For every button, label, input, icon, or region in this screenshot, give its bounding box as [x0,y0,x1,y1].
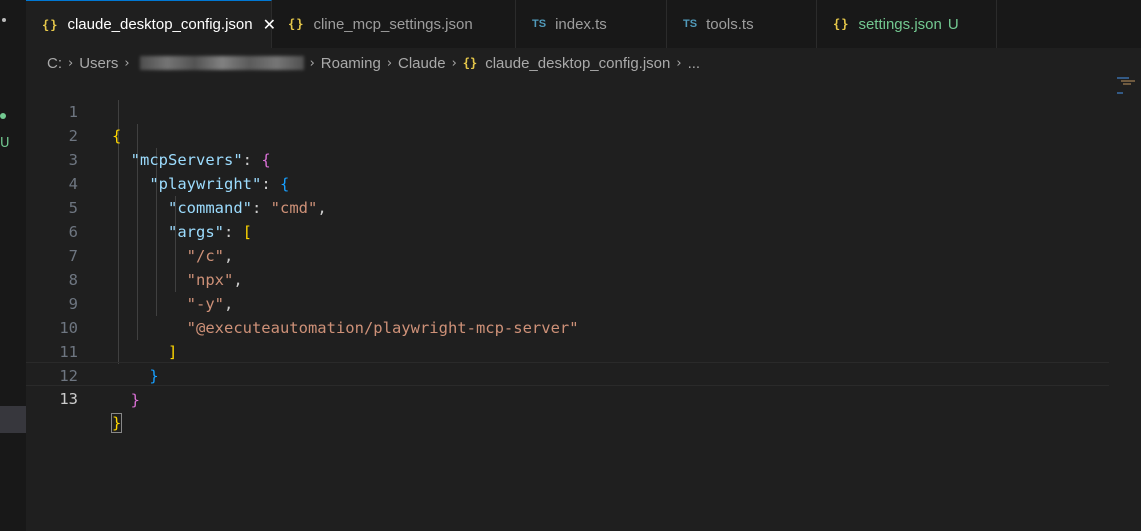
tab-label: tools.ts [706,15,754,33]
json-file-icon: {} [833,17,850,31]
typescript-file-icon: TS [532,18,547,30]
breadcrumb: C: › Users › › Roaming › Claude › {} cla… [47,52,700,74]
json-file-icon: {} [42,17,59,32]
code-line: 4 "command": "cmd", [26,148,1109,217]
chevron-right-icon: › [676,55,682,71]
redacted-username [139,56,304,70]
breadcrumb-file[interactable]: claude_desktop_config.json [485,55,670,72]
activity-bar: U [0,0,26,531]
tab-bar: {} claude_desktop_config.json ✕ {} cline… [26,0,1141,48]
untracked-badge: U [0,136,10,151]
git-status-dot-icon [0,113,6,119]
code-line: 11 } [26,316,1109,385]
tab-label: cline_mcp_settings.json [313,15,473,33]
code-line: 2 "mcpServers": { [26,100,1109,169]
code-editor[interactable]: 1 { 2 "mcpServers": { 3 "playwright": { … [26,76,1109,531]
more-dot-icon[interactable] [2,18,6,22]
code-line: 3 "playwright": { [26,124,1109,193]
bracket: } [130,391,141,409]
json-file-icon: {} [288,17,305,31]
code-line-current: 13 } [26,362,1109,433]
code-line: 12 } [26,340,1109,409]
code-line: 1 { [26,76,1109,145]
tab-tools-ts[interactable]: TS tools.ts [667,0,817,48]
chevron-right-icon: › [124,55,130,71]
breadcrumb-roaming[interactable]: Roaming [321,55,381,72]
code-line: 8 "-y", [26,244,1109,313]
code-line: 10 ] [26,292,1109,361]
code-line: 7 "npx", [26,220,1109,289]
chevron-right-icon: › [68,55,74,71]
tab-index-ts[interactable]: TS index.ts [516,0,667,48]
chevron-right-icon: › [309,55,315,71]
chevron-right-icon: › [386,55,393,71]
untracked-badge: U [947,15,959,33]
tab-label: settings.json [858,15,942,33]
line-number: 13 [59,390,78,408]
code-line: 6 "/c", [26,196,1109,265]
tab-cline-mcp-settings[interactable]: {} cline_mcp_settings.json [272,0,516,48]
json-file-icon: {} [462,56,478,70]
minimap-icon[interactable] [1117,74,1139,96]
tab-label: claude_desktop_config.json [67,16,253,33]
breadcrumb-users[interactable]: Users [79,55,118,72]
chevron-right-icon: › [451,55,457,71]
breadcrumb-claude[interactable]: Claude [398,55,446,72]
code-line: 5 "args": [ [26,172,1109,241]
tab-label: index.ts [555,15,607,33]
tab-settings-json[interactable]: {} settings.json U [817,0,997,48]
tab-claude-desktop-config[interactable]: {} claude_desktop_config.json ✕ [26,0,276,48]
breadcrumb-symbols[interactable]: ... [688,55,701,72]
code-line: 9 "@executeautomation/playwright-mcp-ser… [26,268,1109,337]
typescript-file-icon: TS [683,18,698,30]
bracket: } [110,413,123,433]
breadcrumb-drive[interactable]: C: [47,55,62,72]
selected-explorer-item[interactable] [0,406,26,433]
